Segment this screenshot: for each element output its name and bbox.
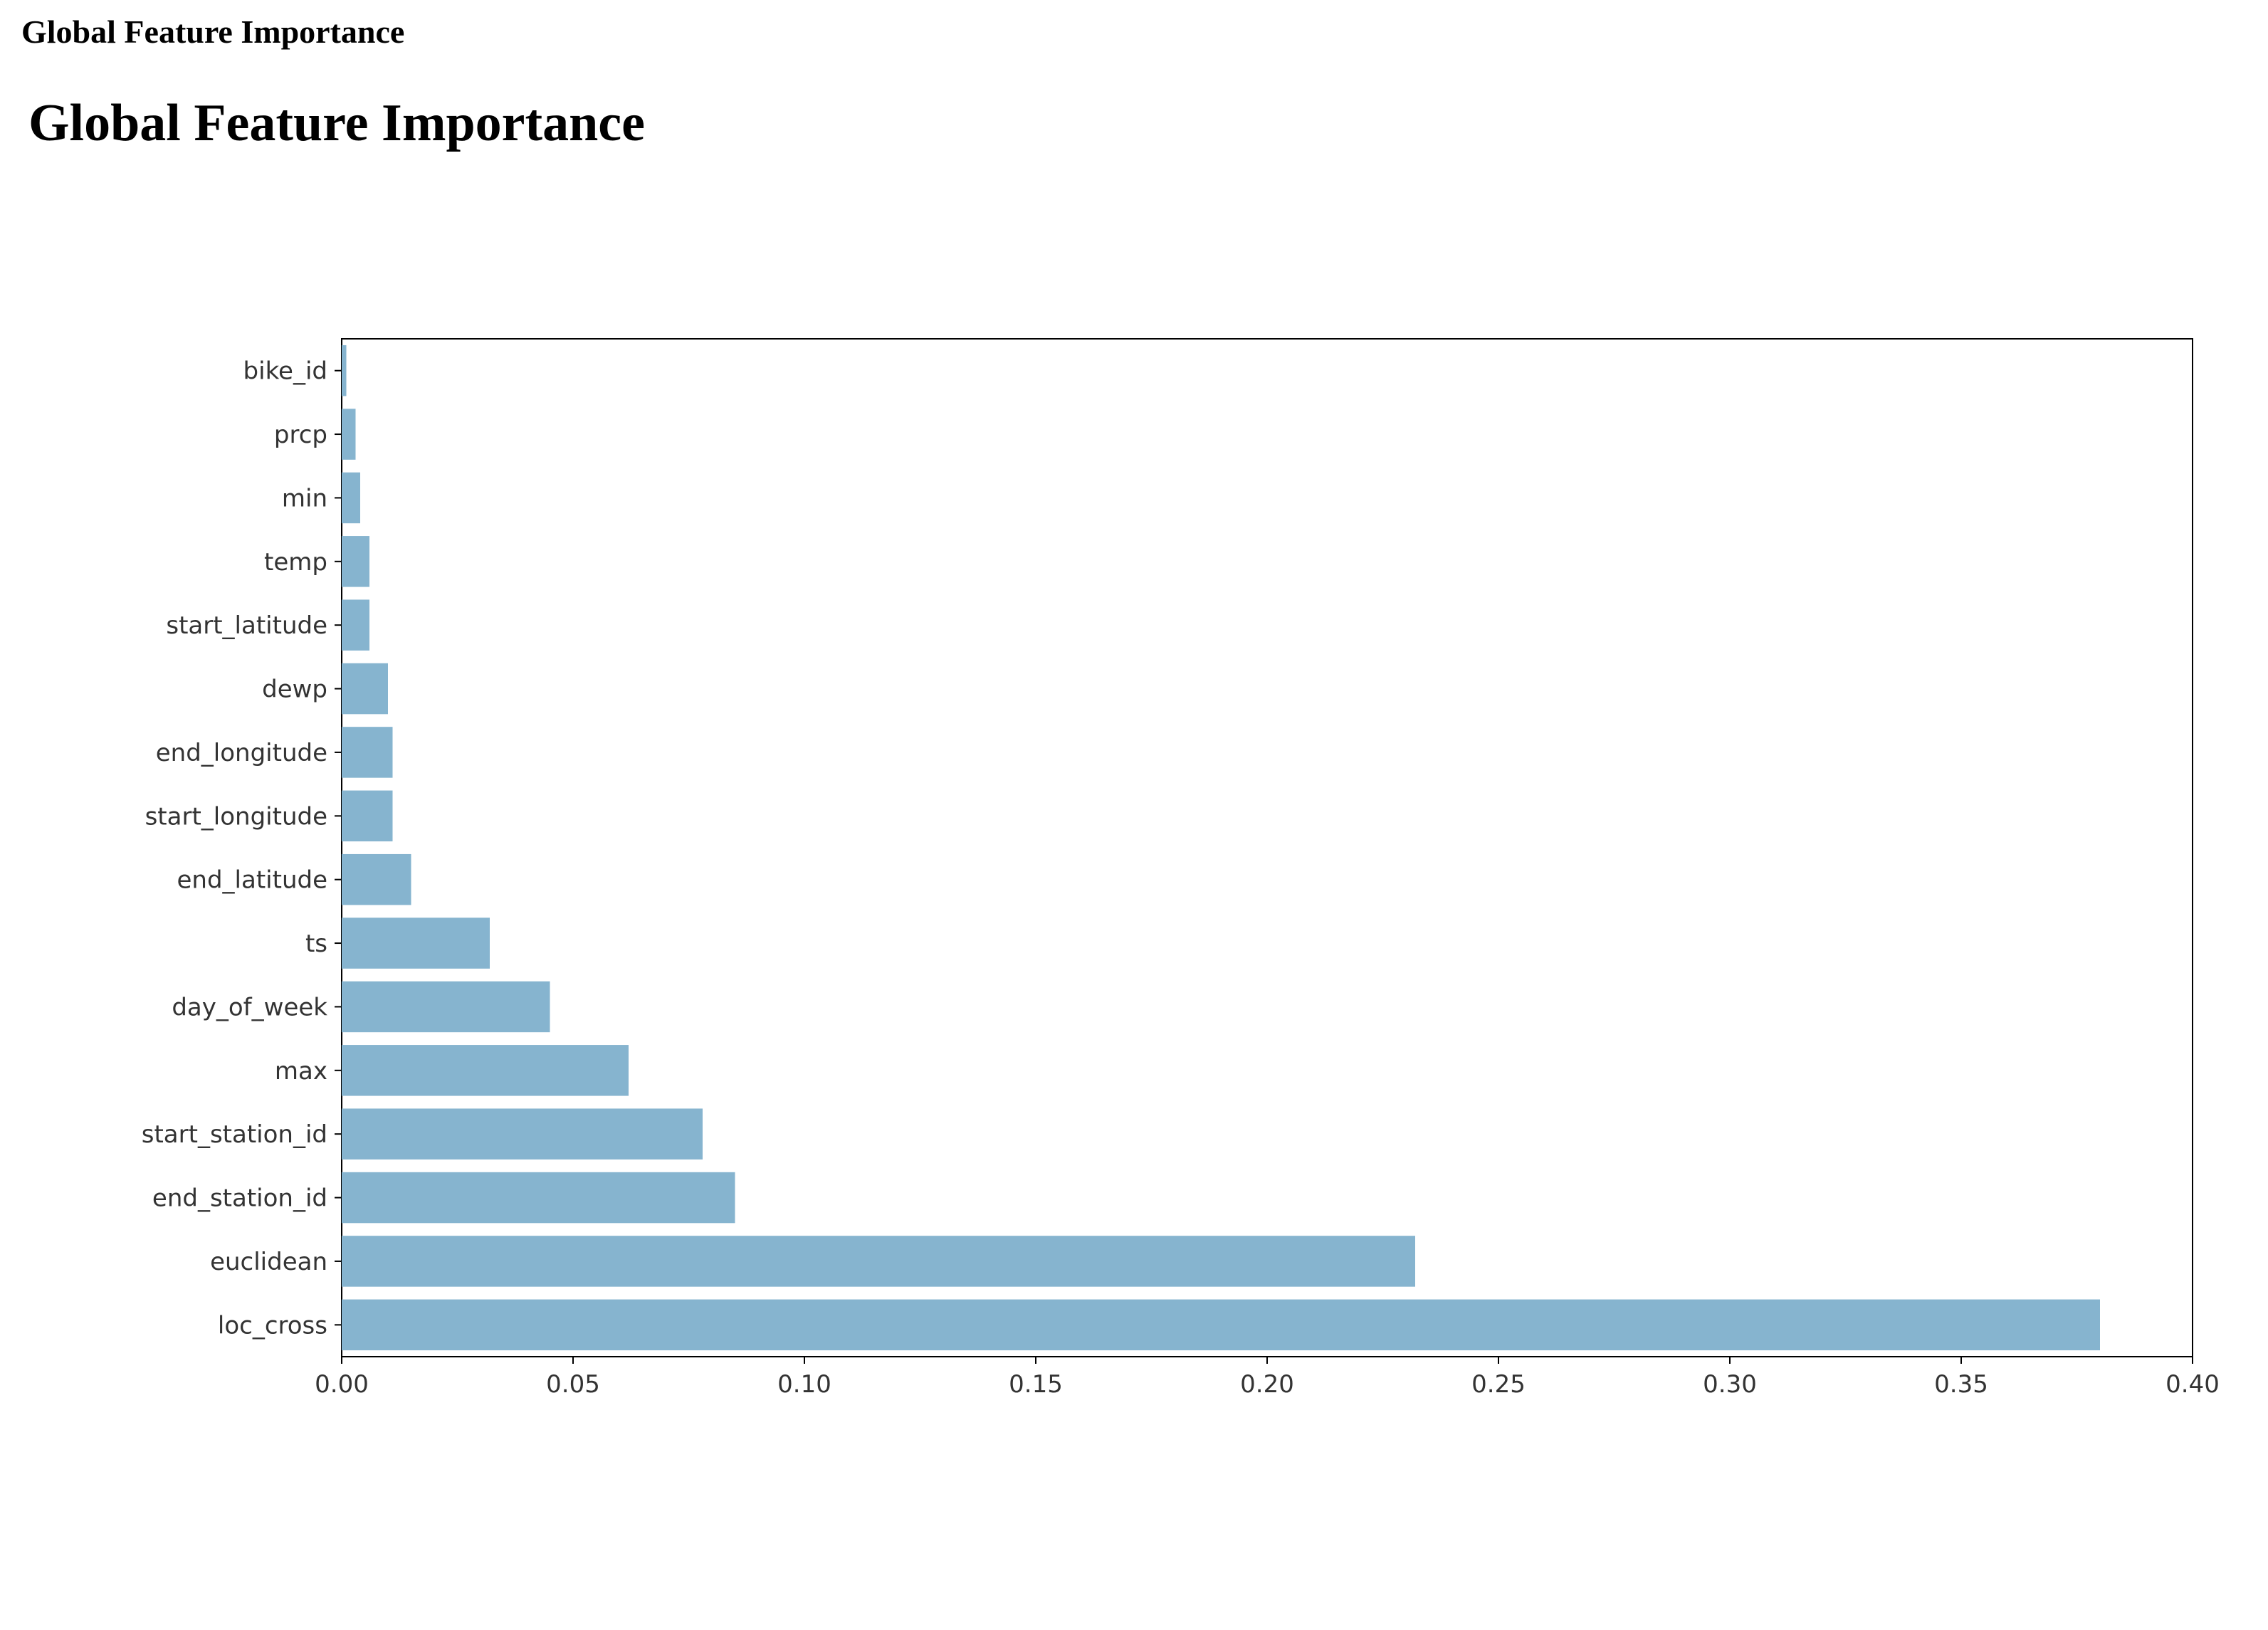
y-tick-label: dewp [262, 675, 327, 704]
bar-start_station_id [342, 1108, 703, 1160]
y-tick-label: end_latitude [177, 866, 328, 895]
bar-end_longitude [342, 727, 393, 778]
x-tick-label: 0.35 [1934, 1370, 1988, 1399]
y-tick-label: prcp [274, 421, 327, 449]
x-tick-label: 0.20 [1240, 1370, 1294, 1399]
bar-min [342, 473, 360, 524]
bar-end_latitude [342, 854, 411, 905]
y-tick-label: end_longitude [156, 739, 327, 767]
y-tick-label: loc_cross [218, 1311, 327, 1340]
x-tick-label: 0.10 [777, 1370, 831, 1399]
y-tick-label: temp [264, 548, 327, 577]
y-tick-label: day_of_week [172, 993, 327, 1021]
bar-max [342, 1045, 629, 1096]
bar-start_longitude [342, 791, 393, 842]
document-heading: Global Feature Importance [21, 13, 2247, 51]
x-tick-label: 0.30 [1703, 1370, 1757, 1399]
y-tick-label: start_latitude [166, 611, 327, 640]
y-tick-label: euclidean [210, 1248, 327, 1276]
bar-bike_id [342, 345, 347, 396]
bar-prcp [342, 409, 356, 460]
y-tick-label: max [275, 1057, 327, 1085]
x-tick-label: 0.00 [315, 1370, 369, 1399]
y-tick-label: end_station_id [152, 1184, 327, 1213]
y-tick-label: ts [305, 930, 327, 958]
chart-plot-area: bike_idprcp min temp start_latitudedewp end_… [28, 325, 2247, 1435]
y-tick-label: min [282, 484, 327, 512]
bar-end_station_id [342, 1172, 735, 1224]
bar-day_of_week [342, 982, 550, 1033]
x-tick-label: 0.15 [1009, 1370, 1063, 1399]
x-tick-label: 0.25 [1471, 1370, 1526, 1399]
bar-temp [342, 536, 369, 587]
y-tick-label: start_longitude [145, 802, 327, 831]
bar-euclidean [342, 1236, 1415, 1287]
x-tick-label: 0.40 [2165, 1370, 2220, 1399]
chart-svg: bike_idprcp min temp start_latitudedewp end_… [28, 325, 2235, 1435]
y-tick-label: bike_id [243, 357, 327, 386]
chart-container: Global Feature Importance bike_idprcp min… [21, 93, 2247, 1435]
y-tick-label: start_station_id [142, 1120, 327, 1149]
bar-loc_cross [342, 1300, 2100, 1351]
bar-start_latitude [342, 599, 369, 651]
x-tick-label: 0.05 [546, 1370, 600, 1399]
bar-ts [342, 917, 490, 969]
bar-dewp [342, 663, 388, 715]
chart-title: Global Feature Importance [28, 93, 2247, 154]
